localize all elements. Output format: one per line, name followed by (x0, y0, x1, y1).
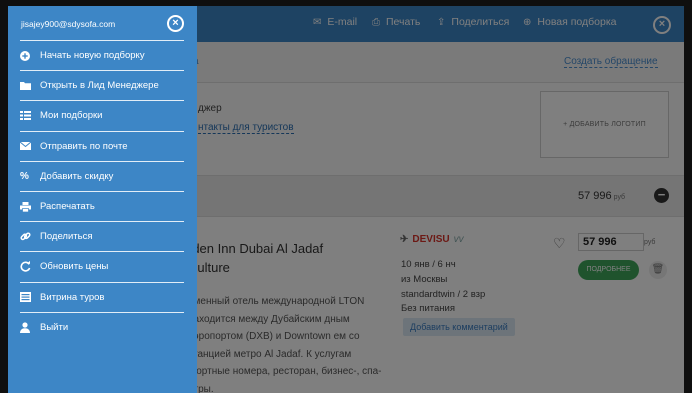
side-drawer: jisajey900@sdysofa.com × Начать новую по… (8, 6, 197, 393)
refresh-icon (20, 261, 40, 273)
showcase-icon (20, 292, 40, 303)
menu-item-send-email[interactable]: Отправить по почте (20, 130, 184, 161)
link-icon (20, 231, 40, 242)
drawer-menu: Начать новую подборку Открыть в Лид Мене… (20, 40, 184, 342)
menu-item-my-selections[interactable]: Мои подборки (20, 100, 184, 130)
user-email: jisajey900@sdysofa.com (21, 19, 116, 29)
menu-item-new-selection[interactable]: Начать новую подборку (20, 40, 184, 70)
menu-item-tour-showcase[interactable]: Витрина туров (20, 281, 184, 312)
menu-item-print[interactable]: Распечатать (20, 190, 184, 221)
menu-item-logout[interactable]: Выйти (20, 311, 184, 342)
menu-item-add-discount[interactable]: % Добавить скидку (20, 160, 184, 191)
folder-icon (20, 81, 40, 91)
app-frame: ✉ E-mail ⎙ Печать ⇪ Поделиться ⊕ Новая п… (8, 6, 684, 393)
menu-item-share[interactable]: Поделиться (20, 221, 184, 251)
close-icon[interactable]: × (167, 15, 184, 32)
envelope-icon (20, 142, 40, 151)
list-icon (20, 111, 40, 121)
plus-circle-icon (20, 50, 40, 61)
percent-icon: % (20, 170, 29, 182)
menu-item-refresh-prices[interactable]: Обновить цены (20, 251, 184, 281)
user-icon (20, 322, 40, 333)
menu-item-lead-manager[interactable]: Открыть в Лид Менеджере (20, 70, 184, 100)
printer-icon (20, 201, 40, 212)
